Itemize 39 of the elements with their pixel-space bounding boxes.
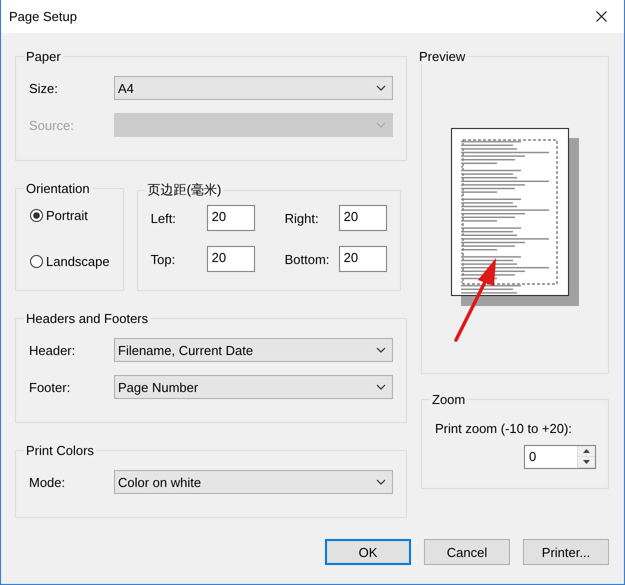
field-label: Top: [150, 252, 176, 266]
dropdown[interactable]: A4 [114, 76, 393, 100]
radio-label[interactable]: Portrait [46, 208, 88, 222]
dropdown-caret-icon [376, 122, 386, 128]
group-label: Paper [25, 49, 62, 64]
zoom-spinner[interactable]: 0 [524, 445, 596, 469]
dialog-button[interactable]: OK [325, 539, 411, 565]
radio-label[interactable]: Landscape [46, 254, 110, 268]
field-label: Source: [29, 118, 75, 132]
group-label: Zoom [431, 392, 466, 407]
group-label: Orientation [25, 181, 91, 196]
dropdown-caret-icon [376, 347, 386, 353]
input-field[interactable]: 20 [206, 205, 255, 231]
input-field[interactable]: 20 [338, 246, 387, 272]
field-label: Footer: [29, 380, 72, 394]
field-label: Mode: [29, 474, 66, 490]
field-label: Size: [29, 80, 59, 96]
radio-button[interactable] [30, 208, 43, 222]
input-field[interactable]: 20 [206, 246, 255, 272]
group-label: Preview [418, 49, 466, 64]
field-label: Left: [150, 210, 177, 226]
dropdown[interactable]: Filename, Current Date [114, 338, 393, 362]
input-field[interactable]: 20 [338, 205, 387, 231]
dialog-button[interactable]: Printer... [523, 539, 609, 565]
field-label: Right: [284, 210, 320, 226]
radio-button[interactable] [30, 254, 43, 268]
dropdown[interactable]: Page Number [114, 375, 393, 399]
dropdown-caret-icon [376, 479, 386, 485]
group-label: Print Colors [25, 443, 95, 458]
dropdown-caret-icon [376, 85, 386, 91]
field-label: Bottom: [284, 252, 330, 266]
dropdown-caret-icon [376, 384, 386, 390]
zoom-prompt: Print zoom (-10 to +20): [435, 421, 573, 436]
field-label: Header: [29, 342, 76, 358]
window-title: Page Setup [9, 9, 77, 24]
dialog-button[interactable]: Cancel [424, 539, 510, 565]
dropdown[interactable]: Color on white [114, 470, 393, 494]
group-label: Headers and Footers [25, 311, 150, 326]
group-label: 页边距(毫米) [146, 181, 222, 199]
